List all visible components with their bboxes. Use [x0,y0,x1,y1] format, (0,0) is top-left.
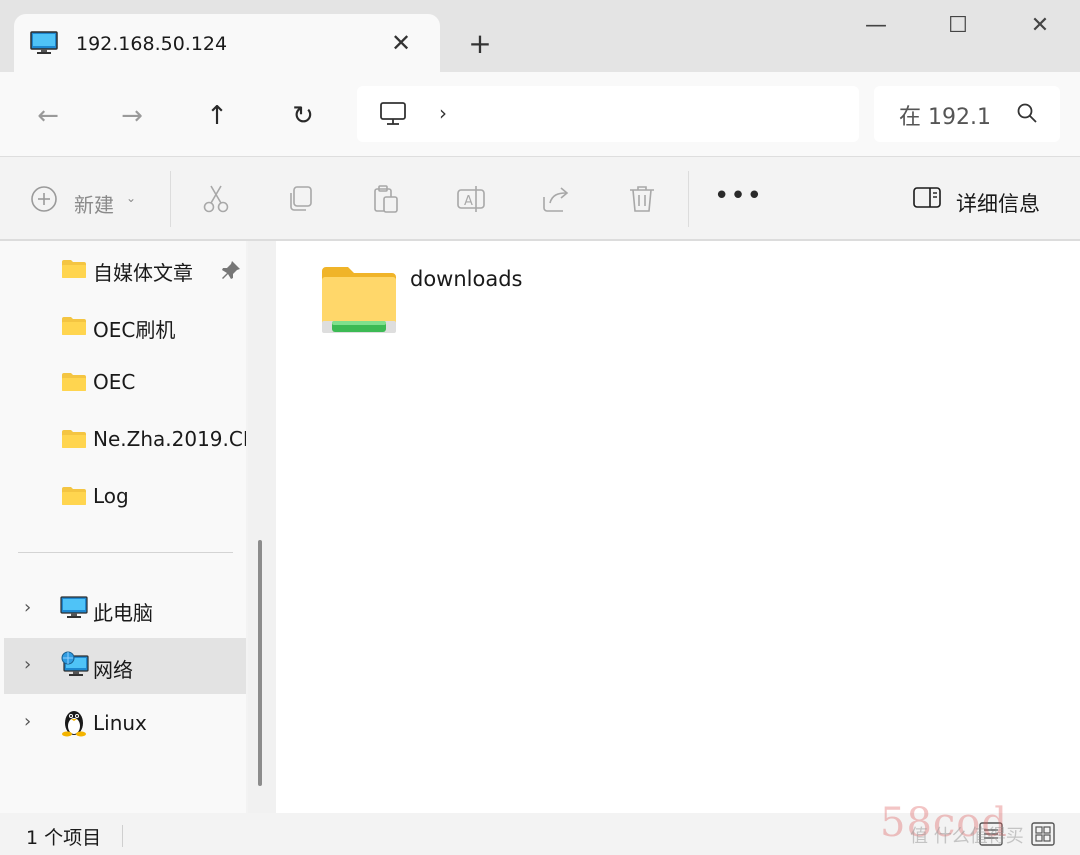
watermark-subtext: 值 什么值得买 [910,826,1024,847]
tab-title: 192.168.50.124 [76,33,228,55]
new-tab-button[interactable]: + [462,26,498,62]
new-button[interactable]: 新建 [74,189,114,218]
pin-icon[interactable] [220,259,242,285]
paste-icon[interactable] [370,183,402,215]
back-button[interactable]: ← [28,96,68,136]
delete-icon[interactable] [626,183,658,215]
sidebar-item-pinned-folder[interactable]: OEC [0,354,246,410]
navigation-bar: ← → ↑ ↻ › 在 192.1 [0,72,1080,156]
sidebar-item-label: 此电脑 [93,601,153,625]
chevron-right-icon[interactable]: › [24,654,31,675]
sidebar-item-linux[interactable]: › Linux [0,695,246,751]
chevron-right-icon[interactable]: › [24,597,31,618]
sidebar-item-pinned-folder[interactable]: OEC刷机 [0,298,246,354]
sidebar-item-label: Linux [93,711,147,735]
cut-icon[interactable] [200,183,232,215]
divider [688,171,689,227]
svg-text:A: A [464,194,473,209]
navigation-pane: 自媒体文章 OEC刷机 OEC Ne.Zha.2019.CH Log › 此电脑… [0,241,246,813]
computer-icon [60,593,88,625]
more-options-button[interactable]: ••• [714,181,763,211]
sidebar-item-label: Ne.Zha.2019.CH [93,427,246,451]
folder-icon [61,372,87,396]
copy-icon[interactable] [285,183,317,215]
folder-name: downloads [410,267,523,291]
minimize-button[interactable]: — [846,8,906,44]
sidebar-scrollbar[interactable] [258,540,262,786]
network-folder-icon [320,263,400,341]
linux-icon [60,707,88,741]
monitor-icon [30,30,58,60]
forward-button[interactable]: → [112,96,152,136]
sidebar-scrollbar-track [248,241,276,813]
refresh-button[interactable]: ↻ [283,96,323,136]
maximize-button[interactable]: ☐ [928,8,988,44]
item-count: 1 个项目 [26,827,102,849]
divider [122,825,123,847]
sidebar-item-label: Log [93,484,129,508]
search-box[interactable]: 在 192.1 [874,86,1060,142]
tab-active[interactable]: 192.168.50.124 ✕ [14,14,440,72]
search-input[interactable]: 在 192.1 [899,99,1019,131]
plus-circle-icon[interactable] [30,185,58,217]
divider [170,171,171,227]
file-list: downloads [276,241,1080,813]
address-bar[interactable]: › [357,86,859,142]
sidebar-item-pinned-folder[interactable]: 自媒体文章 [0,241,246,297]
network-icon [60,650,90,684]
sidebar-item-network[interactable]: › 网络 [4,638,246,694]
sidebar-item-pinned-folder[interactable]: Log [0,468,246,524]
folder-icon [61,316,87,340]
sidebar-item-pinned-folder[interactable]: Ne.Zha.2019.CH [0,411,246,467]
folder-icon [61,259,87,283]
command-bar: 新建 ⌄ A ••• 详细信息 [0,157,1080,239]
breadcrumb-chevron-icon[interactable]: › [439,100,447,126]
computer-icon[interactable] [379,100,407,132]
sidebar-item-label: OEC刷机 [93,318,176,342]
tab-close-button[interactable]: ✕ [386,28,416,58]
details-pane-icon[interactable] [912,185,942,215]
details-button[interactable]: 详细信息 [956,188,1040,218]
up-button[interactable]: ↑ [197,96,237,136]
divider [18,552,233,553]
chevron-right-icon[interactable]: › [24,711,31,732]
chevron-down-icon[interactable]: ⌄ [126,191,136,205]
tiles-view-icon[interactable] [1030,821,1056,851]
folder-item[interactable]: downloads [320,263,560,343]
sidebar-item-this-pc[interactable]: › 此电脑 [0,581,246,637]
share-icon[interactable] [540,183,572,215]
search-icon[interactable] [1016,102,1038,128]
rename-icon[interactable]: A [455,183,487,215]
close-window-button[interactable]: ✕ [1010,8,1070,44]
folder-icon [61,429,87,453]
sidebar-item-label: OEC [93,370,136,394]
sidebar-item-label: 网络 [93,658,133,682]
folder-icon [61,486,87,510]
